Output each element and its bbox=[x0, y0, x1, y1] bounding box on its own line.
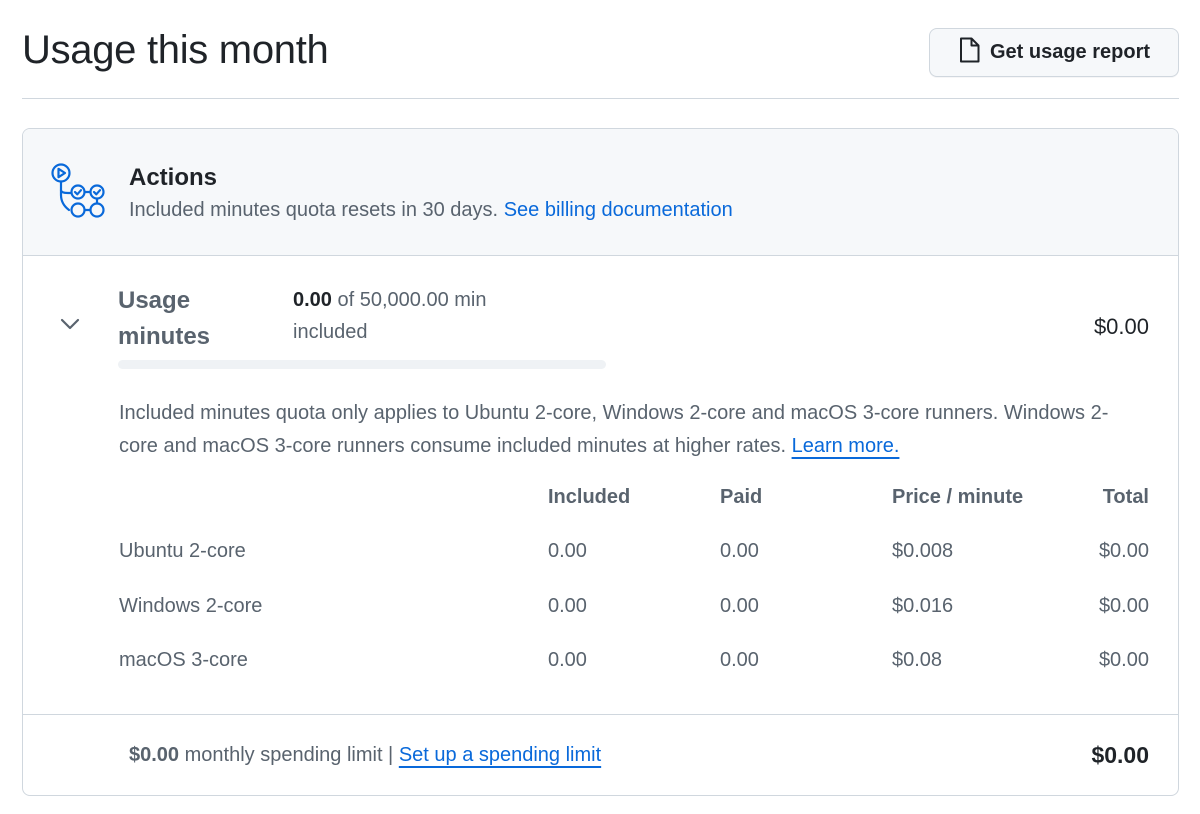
included-value: 0.00 bbox=[548, 649, 587, 671]
actions-title: Actions bbox=[129, 164, 218, 191]
title-divider bbox=[22, 98, 1179, 99]
page-title: Usage this month bbox=[22, 28, 329, 72]
quota-note-text: Included minutes quota only applies to U… bbox=[119, 402, 1109, 457]
column-header-price: Price / minute bbox=[892, 486, 1024, 508]
chevron-down-icon[interactable] bbox=[59, 317, 81, 336]
actions-subtitle: Included minutes quota resets in 30 days… bbox=[129, 199, 733, 222]
set-up-spending-limit-link[interactable]: Set up a spending limit bbox=[399, 744, 601, 766]
included-value: 0.00 bbox=[548, 595, 587, 617]
quota-note: Included minutes quota only applies to U… bbox=[119, 397, 1129, 463]
workflow-icon bbox=[50, 162, 110, 227]
column-header-included: Included bbox=[548, 486, 631, 508]
column-header-paid: Paid bbox=[720, 486, 763, 508]
price-value: $0.008 bbox=[892, 540, 954, 562]
runner-name: Ubuntu 2-core bbox=[119, 540, 246, 562]
get-usage-report-label: Get usage report bbox=[989, 41, 1151, 63]
column-header-total: Total bbox=[1102, 486, 1149, 508]
usage-total: $0.00 bbox=[1093, 314, 1149, 339]
usage-minutes-label: Usage minutes bbox=[118, 287, 211, 350]
paid-value: 0.00 bbox=[720, 649, 759, 671]
actions-header: Actions Included minutes quota resets in… bbox=[23, 129, 1178, 256]
spending-limit-footer: $0.00 monthly spending limit | Set up a … bbox=[23, 714, 1178, 795]
total-value: $0.00 bbox=[1098, 595, 1149, 617]
runner-name: Windows 2-core bbox=[119, 595, 263, 617]
usage-progress-bar bbox=[118, 360, 606, 369]
total-value: $0.00 bbox=[1098, 649, 1149, 671]
footer-total: $0.00 bbox=[1091, 742, 1149, 768]
spending-limit-amount: $0.00 bbox=[129, 744, 180, 766]
usage-amount: 0.00 of 50,000.00 min included bbox=[293, 284, 553, 348]
actions-usage-card: Actions Included minutes quota resets in… bbox=[22, 128, 1179, 796]
included-value: 0.00 bbox=[548, 540, 587, 562]
paid-value: 0.00 bbox=[720, 595, 759, 617]
quota-reset-text: Included minutes quota resets in 30 days… bbox=[129, 199, 499, 221]
price-value: $0.08 bbox=[892, 649, 943, 671]
runner-name: macOS 3-core bbox=[119, 649, 248, 671]
used-minutes: 0.00 bbox=[293, 289, 332, 311]
paid-value: 0.00 bbox=[720, 540, 759, 562]
get-usage-report-button[interactable]: Get usage report bbox=[929, 28, 1179, 77]
price-value: $0.016 bbox=[892, 595, 954, 617]
spending-limit-label: monthly spending limit | bbox=[184, 744, 394, 766]
file-icon bbox=[958, 37, 980, 68]
learn-more-link[interactable]: Learn more. bbox=[792, 435, 900, 457]
spending-limit-text: $0.00 monthly spending limit | Set up a … bbox=[129, 744, 601, 767]
billing-documentation-link[interactable]: See billing documentation bbox=[504, 199, 733, 221]
total-value: $0.00 bbox=[1098, 540, 1149, 562]
